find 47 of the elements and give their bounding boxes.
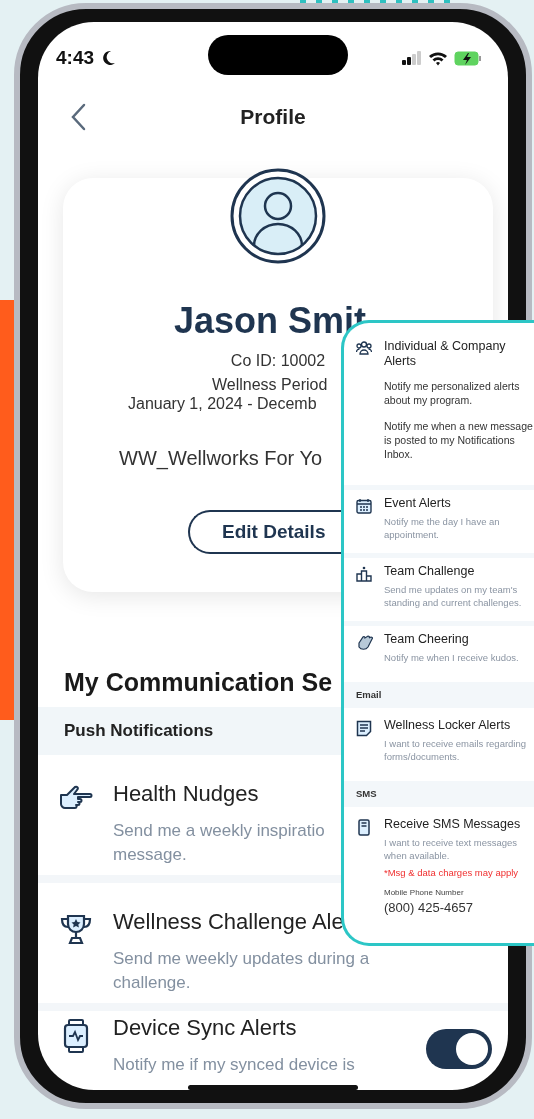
podium-icon bbox=[356, 566, 372, 582]
setting-description: Send me a weekly inspiratio bbox=[113, 820, 325, 842]
moon-icon bbox=[102, 50, 117, 66]
setting-title: Receive SMS Messages bbox=[384, 817, 522, 832]
setting-description: Notify me the day I have an appointment. bbox=[384, 515, 501, 541]
charges-note: *Msg & data charges may apply bbox=[384, 867, 520, 878]
trophy-icon bbox=[59, 913, 92, 945]
company-id: Co ID: 10002 bbox=[230, 352, 326, 370]
setting-title: Health Nudges bbox=[113, 781, 259, 807]
program-name: WW_Wellworks For Yo bbox=[119, 447, 322, 470]
setting-title: Team Challenge bbox=[384, 564, 476, 579]
setting-title: Wellness Challenge Ale bbox=[113, 909, 344, 935]
setting-description: Send me weekly updates during a bbox=[113, 948, 370, 970]
calendar-icon bbox=[356, 498, 372, 514]
section-header: Email bbox=[344, 682, 534, 708]
setting-description: Notify me when a new message is posted to my Notifications Inbox. bbox=[384, 419, 534, 461]
setting-description: Notify me personalized alerts about my program. bbox=[384, 379, 521, 407]
setting-title: Team Cheering bbox=[384, 632, 470, 647]
signal-icon bbox=[402, 51, 422, 65]
setting-title: Device Sync Alerts bbox=[113, 1015, 297, 1041]
status-time: 4:43 bbox=[56, 47, 95, 69]
document-icon bbox=[356, 720, 372, 737]
setting-description: I want to receive text messages when available. bbox=[384, 836, 519, 862]
setting-title: Event Alerts bbox=[384, 496, 452, 511]
smartwatch-icon bbox=[62, 1019, 89, 1053]
clapping-hands-icon bbox=[355, 634, 373, 650]
phone-icon bbox=[358, 819, 370, 836]
screen-title: Profile bbox=[240, 105, 306, 129]
battery-icon bbox=[454, 50, 482, 66]
setting-description: message. bbox=[113, 844, 187, 866]
wifi-icon bbox=[428, 50, 448, 66]
phone-number-field[interactable]: (800) 425-4657 bbox=[384, 900, 534, 915]
section-title: My Communication Se bbox=[64, 668, 333, 697]
setting-description: Notify me when I receive kudos. bbox=[384, 651, 520, 664]
toggle-switch[interactable] bbox=[426, 1029, 492, 1069]
section-header: SMS bbox=[344, 781, 534, 807]
setting-title: Individual & Company Alerts bbox=[384, 339, 507, 369]
setting-description: challenge. bbox=[113, 972, 191, 994]
period-dates: January 1, 2024 - Decemb bbox=[128, 395, 317, 413]
setting-description: Notify me if my synced device is bbox=[113, 1054, 355, 1076]
pointing-hand-icon bbox=[57, 785, 94, 811]
edit-details-button[interactable]: Edit Details bbox=[188, 510, 341, 554]
setting-description: Send me updates on my team's standing and current challenges. bbox=[384, 583, 523, 609]
people-icon bbox=[356, 341, 372, 355]
period-label: Wellness Period bbox=[212, 376, 328, 394]
field-label: Mobile Phone Number bbox=[384, 888, 465, 897]
back-icon[interactable] bbox=[70, 103, 86, 131]
